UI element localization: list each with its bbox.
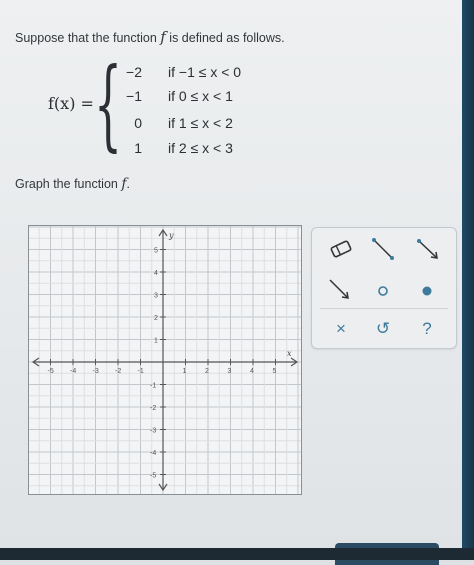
piece-value: −2 — [126, 64, 142, 80]
x-tick-label: -4 — [70, 368, 76, 375]
x-tick-label: 3 — [228, 368, 232, 375]
piece-row-4: 1 if 2 ≤ x < 3 — [106, 140, 233, 160]
ray-tool[interactable] — [412, 236, 442, 262]
open-point-icon — [378, 286, 388, 296]
x-tick-label: 5 — [273, 368, 277, 375]
ray-icon — [417, 239, 438, 259]
coordinate-grid[interactable]: x y -5 -4 -3 -2 -1 1 2 3 4 5 5 4 3 2 1 -1 -2 -3 -4 -5 — [29, 226, 301, 494]
closed-point-icon — [422, 286, 432, 296]
y-tick-label: -5 — [150, 473, 156, 480]
instruction-text: Graph the function — [15, 177, 122, 191]
segment-tool[interactable] — [368, 236, 398, 262]
y-tick-label: 4 — [154, 270, 158, 277]
x-tick-label: -2 — [115, 368, 121, 375]
graph-area[interactable]: x y -5 -4 -3 -2 -1 1 2 3 4 5 5 4 3 2 1 -1 -2 -3 -4 -5 — [28, 225, 302, 495]
open-point-tool[interactable] — [368, 278, 398, 304]
y-tick-label: -4 — [150, 450, 156, 457]
piece-row-3: 0 if 1 ≤ x < 2 — [106, 115, 233, 135]
y-axis-label: y — [168, 231, 174, 240]
closed-point-tool[interactable] — [412, 278, 442, 304]
instruction-period: . — [126, 177, 130, 191]
intro-text: Suppose that the function — [15, 31, 161, 45]
y-tick-label: 2 — [154, 315, 158, 322]
piecewise-definition: f(x) = { −2 if −1 ≤ x < 0 −1 if 0 ≤ x < 1 … — [48, 56, 288, 160]
x-tick-label: -5 — [48, 368, 54, 375]
problem-statement: Suppose that the function f is defined a… — [15, 28, 285, 46]
piece-row-1: −2 if −1 ≤ x < 0 — [106, 64, 241, 84]
piece-value: 1 — [134, 140, 142, 156]
y-tick-label: -3 — [150, 428, 156, 435]
y-tick-label: -2 — [150, 405, 156, 412]
clear-button[interactable]: × — [324, 316, 358, 342]
graph-toolbox: × ↺ ? — [311, 227, 457, 349]
x-tick-label: 4 — [250, 368, 254, 375]
piece-row-2: −1 if 0 ≤ x < 1 — [106, 88, 233, 108]
function-lhs: f(x) = — [48, 94, 94, 113]
x-tick-label: -3 — [93, 368, 99, 375]
intro-text-end: is defined as follows. — [165, 31, 285, 45]
piece-condition: if −1 ≤ x < 0 — [168, 64, 242, 80]
eraser-icon — [330, 240, 352, 258]
piece-condition: if 1 ≤ x < 2 — [168, 115, 233, 131]
eraser-tool[interactable] — [326, 236, 356, 262]
y-tick-label: 3 — [154, 293, 158, 300]
piece-condition: if 2 ≤ x < 3 — [168, 140, 233, 156]
piece-condition: if 0 ≤ x < 1 — [168, 88, 233, 104]
x-tick-label: 2 — [205, 368, 209, 375]
y-tick-label: -1 — [150, 383, 156, 390]
undo-button[interactable]: ↺ — [366, 316, 400, 342]
piece-value: −1 — [126, 88, 142, 104]
problem-screen: Suppose that the function f is defined a… — [0, 0, 462, 565]
y-tick-label: 5 — [154, 248, 158, 255]
x-tick-label: 1 — [183, 368, 187, 375]
x-tick-label: -1 — [138, 368, 144, 375]
monitor-bezel-right — [462, 0, 474, 560]
x-axis-label: x — [287, 349, 292, 358]
segment-icon — [372, 238, 394, 260]
monitor-bezel-bottom — [0, 548, 474, 560]
line-icon — [329, 279, 349, 299]
toolbox-divider — [320, 308, 448, 309]
piece-value: 0 — [134, 115, 142, 131]
help-button[interactable]: ? — [410, 316, 444, 342]
line-tool[interactable] — [324, 276, 354, 302]
graph-instruction: Graph the function f. — [15, 176, 130, 192]
y-tick-label: 1 — [154, 338, 158, 345]
